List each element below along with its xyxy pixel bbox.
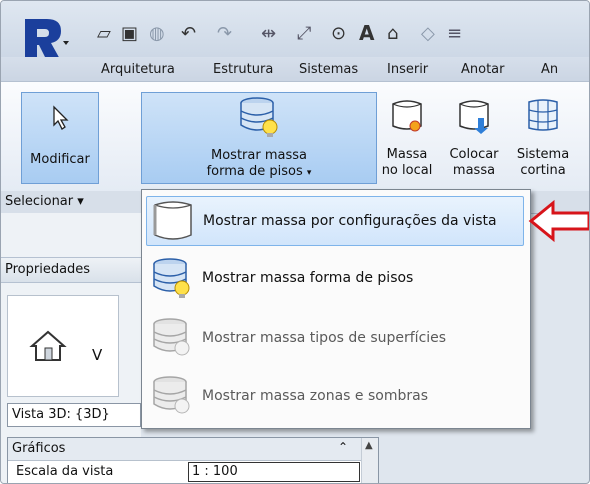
mass-floor-icon [153,258,190,298]
property-label: Escala da vista [16,464,114,479]
place-mass-icon [459,100,489,134]
type-name: V [92,346,103,364]
place-mass-label-1: Colocar [449,147,499,162]
curtain-system-label-1: Sistema [516,147,570,162]
cursor-arrow-icon [53,105,69,130]
mass-in-place-label-1: Massa [386,147,428,162]
property-row: Escala da vista 1 : 100 [8,460,362,483]
ribbon-tabs: Arquitetura Estrutura Sistemas Inserir A… [1,57,589,81]
menu-item-label: Mostrar massa por configurações da vista [203,213,497,229]
text-icon[interactable]: A [359,21,374,45]
tab-arquitetura[interactable]: Arquitetura [101,62,175,77]
show-mass-dropdown-menu: Mostrar massa por configurações da vista… [141,189,531,429]
menu-item-label: Mostrar massa forma de pisos [202,270,414,286]
house-icon [29,330,67,361]
menu-item-view-settings[interactable]: Mostrar massa por configurações da vista [146,196,524,246]
mass-floor-icon [240,97,278,137]
curtain-system-button[interactable]: Sistema cortina [513,92,573,182]
select-panel-button[interactable]: Selecionar ▾ [5,194,84,209]
menu-item-surface-types[interactable]: Mostrar massa tipos de superfícies [146,314,524,364]
view-scale-field[interactable]: 1 : 100 [188,462,360,482]
mass-in-place-icon [392,100,422,132]
type-selector[interactable]: V [7,295,119,397]
place-mass-label-2: massa [452,163,496,178]
collapse-icon[interactable]: ⌃ [338,440,348,454]
menu-item-label: Mostrar massa zonas e sombras [202,388,428,404]
properties-header: Propriedades [1,257,141,283]
mass-in-place-button[interactable]: Massa no local [379,92,435,182]
mass-zones-icon [153,376,190,414]
scroll-up-icon[interactable]: ▲ [365,440,373,451]
menu-item-zones-shadows[interactable]: Mostrar massa zonas e sombras [146,372,524,422]
sync-icon[interactable]: ◍ [149,23,165,44]
curtain-system-icon [528,99,558,131]
show-mass-label-1: Mostrar massa [211,148,307,163]
view-instance-selector[interactable]: Vista 3D: {3D} [7,403,141,427]
qat-dropdown-icon[interactable]: ≡ [447,23,462,44]
mass-view-settings-icon [153,201,192,240]
redo-icon[interactable]: ↷ [217,23,232,44]
measure-icon[interactable]: ⇹ [261,23,276,44]
view-selector-label: Vista 3D: {3D} [12,407,110,422]
properties-grid: Gráficos ⌃ Escala da vista 1 : 100 ▲ [7,437,379,483]
tag-icon[interactable]: ⊙ [331,23,346,44]
place-mass-button[interactable]: Colocar massa [443,92,505,182]
section-title: Gráficos [12,441,66,456]
callout-arrow-icon [528,199,589,243]
show-mass-label-2: forma de pisos ▾ [206,164,312,179]
undo-icon[interactable]: ↶ [181,23,196,44]
3d-view-icon[interactable]: ⌂ [387,23,398,44]
mass-surface-types-icon [153,318,190,356]
section-icon[interactable]: ◇ [421,23,435,44]
open-icon[interactable]: ▱ [97,23,111,44]
tab-sistemas[interactable]: Sistemas [299,62,358,77]
tab-inserir[interactable]: Inserir [387,62,428,77]
view-scale-value: 1 : 100 [192,464,238,479]
modify-button[interactable]: Modificar [21,92,99,184]
curtain-system-label-2: cortina [520,163,566,178]
menu-item-label: Mostrar massa tipos de superfícies [202,330,447,346]
tab-estrutura[interactable]: Estrutura [213,62,273,77]
show-mass-split-button[interactable]: Mostrar massa forma de pisos ▾ [141,92,377,184]
vertical-scrollbar[interactable]: ▲ [361,438,378,483]
mass-in-place-label-2: no local [381,163,433,178]
modify-label: Modificar [30,152,90,167]
quick-access-toolbar: ▱ ▣ ◍ ↶ ↷ ⇹ ⤢ ⊙ A ⌂ ◇ ≡ [1,1,589,61]
dimension-icon[interactable]: ⤢ [297,23,311,44]
tab-anotar[interactable]: Anotar [461,62,505,77]
chevron-down-icon: ▾ [306,168,312,178]
tab-analisar[interactable]: An [541,62,558,77]
ribbon-panel: Modificar Mostrar massa forma de pisos ▾… [1,81,589,193]
graphics-section-header[interactable]: Gráficos ⌃ [8,438,362,461]
menu-item-floor-form[interactable]: Mostrar massa forma de pisos [146,254,524,304]
save-icon[interactable]: ▣ [121,23,138,44]
revit-window: ▱ ▣ ◍ ↶ ↷ ⇹ ⤢ ⊙ A ⌂ ◇ ≡ Arquitetura Estr… [0,0,590,484]
properties-title: Propriedades [5,262,91,277]
